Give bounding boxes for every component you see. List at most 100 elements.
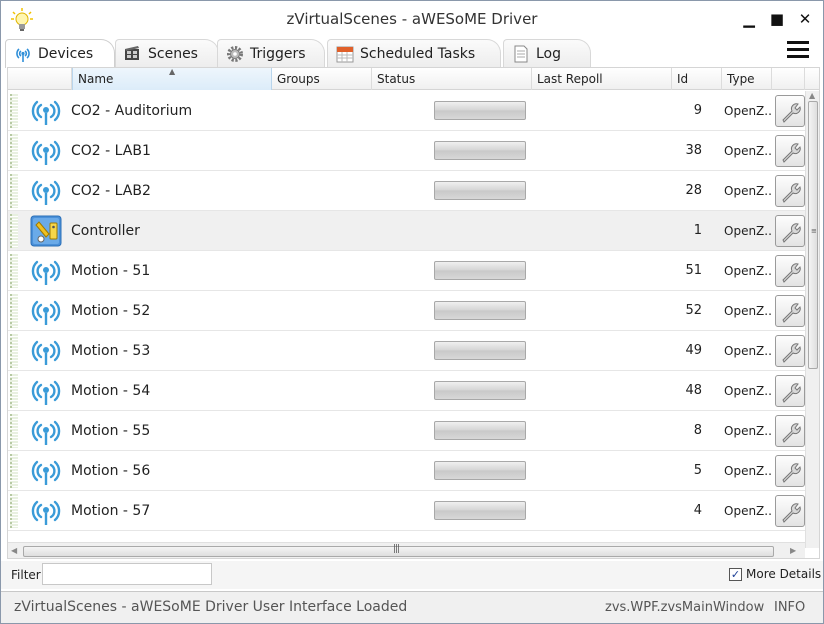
- device-id: 8: [693, 423, 702, 438]
- device-name: Motion - 56: [71, 463, 151, 479]
- device-settings-button[interactable]: [775, 255, 805, 287]
- tab-triggers[interactable]: Triggers: [217, 39, 325, 67]
- table-row[interactable]: Motion - 55 8 OpenZ...: [8, 411, 805, 451]
- device-type: OpenZ...: [724, 384, 772, 398]
- filter-input[interactable]: [42, 563, 212, 585]
- status-bar: zVirtualScenes - aWESoME Driver User Int…: [1, 591, 823, 623]
- device-name: Motion - 53: [71, 343, 151, 359]
- device-settings-button[interactable]: [775, 495, 805, 527]
- device-name: CO2 - LAB2: [71, 183, 151, 199]
- wireless-sensor-icon: [30, 415, 62, 447]
- device-settings-button[interactable]: [775, 135, 805, 167]
- title-bar: zVirtualScenes - aWESoME Driver ▁ ■ ✕: [1, 1, 823, 37]
- status-progress-bar: [434, 301, 526, 320]
- column-header-groups[interactable]: Groups: [272, 68, 372, 90]
- hamburger-menu-icon[interactable]: [787, 41, 809, 59]
- device-settings-button[interactable]: [775, 375, 805, 407]
- device-settings-button[interactable]: [775, 175, 805, 207]
- table-row[interactable]: Motion - 57 4 OpenZ...: [8, 491, 805, 531]
- row-drag-handle[interactable]: [10, 334, 18, 368]
- device-settings-button[interactable]: [775, 455, 805, 487]
- device-settings-button[interactable]: [775, 95, 805, 127]
- gear-icon: [226, 45, 244, 63]
- column-header-id[interactable]: Id: [672, 68, 722, 90]
- device-name: Motion - 54: [71, 383, 151, 399]
- column-header-icon[interactable]: [8, 68, 72, 90]
- wireless-sensor-icon: [30, 95, 62, 127]
- row-drag-handle[interactable]: [10, 454, 18, 488]
- row-drag-handle[interactable]: [10, 414, 18, 448]
- device-name: Motion - 51: [71, 263, 151, 279]
- more-details-checkbox[interactable]: ✓: [729, 568, 742, 581]
- close-button[interactable]: ✕: [795, 9, 815, 29]
- row-drag-handle[interactable]: [10, 94, 18, 128]
- scroll-left-arrow-icon[interactable]: ◀: [11, 546, 17, 555]
- column-header-name[interactable]: ▲ Name: [72, 68, 272, 90]
- table-row[interactable]: Motion - 54 48 OpenZ...: [8, 371, 805, 411]
- tab-scenes[interactable]: Scenes: [115, 39, 219, 67]
- status-progress-bar: [434, 421, 526, 440]
- column-header-actions[interactable]: [772, 68, 805, 90]
- device-type: OpenZ...: [724, 344, 772, 358]
- row-drag-handle[interactable]: [10, 294, 18, 328]
- filter-bar: Filter ✓ More Details: [1, 561, 823, 589]
- table-row[interactable]: Controller 1 OpenZ...: [8, 211, 805, 251]
- table-row[interactable]: Motion - 52 52 OpenZ...: [8, 291, 805, 331]
- device-id: 9: [693, 103, 702, 118]
- device-settings-button[interactable]: [775, 215, 805, 247]
- device-type: OpenZ...: [724, 304, 772, 318]
- horizontal-scroll-thumb[interactable]: |||: [23, 544, 774, 557]
- row-drag-handle[interactable]: [10, 134, 18, 168]
- window-title: zVirtualScenes - aWESoME Driver: [286, 10, 538, 28]
- calendar-icon: [336, 45, 354, 63]
- table-row[interactable]: CO2 - Auditorium 9 OpenZ...: [8, 91, 805, 131]
- device-name: Motion - 57: [71, 503, 151, 519]
- row-drag-handle[interactable]: [10, 254, 18, 288]
- status-progress-bar: [434, 341, 526, 360]
- vertical-scrollbar[interactable]: ▲ ≡: [805, 91, 819, 548]
- column-header-status[interactable]: Status: [372, 68, 532, 90]
- tab-strip: Devices Scenes Triggers Scheduled Tasks …: [1, 37, 823, 68]
- tab-scenes-label: Scenes: [148, 46, 198, 62]
- tab-devices[interactable]: Devices: [5, 39, 115, 68]
- device-settings-button[interactable]: [775, 335, 805, 367]
- scroll-up-arrow-icon[interactable]: ▲: [809, 91, 815, 100]
- device-id: 1: [693, 223, 702, 238]
- table-row[interactable]: CO2 - LAB2 28 OpenZ...: [8, 171, 805, 211]
- filter-label: Filter: [11, 568, 41, 582]
- scroll-right-arrow-icon[interactable]: ▶: [790, 546, 796, 555]
- minimize-button[interactable]: ▁: [739, 9, 759, 29]
- row-drag-handle[interactable]: [10, 214, 18, 248]
- status-message: zVirtualScenes - aWESoME Driver User Int…: [14, 599, 408, 615]
- vertical-scroll-thumb[interactable]: ≡: [808, 101, 818, 369]
- device-settings-button[interactable]: [775, 295, 805, 327]
- status-progress-bar: [434, 101, 526, 120]
- tab-scheduled-tasks[interactable]: Scheduled Tasks: [327, 39, 501, 67]
- row-drag-handle[interactable]: [10, 494, 18, 528]
- device-settings-button[interactable]: [775, 415, 805, 447]
- main-window: zVirtualScenes - aWESoME Driver ▁ ■ ✕ De…: [0, 0, 824, 624]
- document-icon: [512, 45, 530, 63]
- wireless-sensor-icon: [30, 295, 62, 327]
- device-type: OpenZ...: [724, 424, 772, 438]
- status-source: zvs.WPF.zvsMainWindow: [605, 600, 765, 615]
- maximize-button[interactable]: ■: [767, 9, 787, 29]
- device-name: CO2 - LAB1: [71, 143, 151, 159]
- table-row[interactable]: Motion - 51 51 OpenZ...: [8, 251, 805, 291]
- antenna-icon: [14, 45, 32, 63]
- tab-scheduled-tasks-label: Scheduled Tasks: [360, 46, 476, 62]
- wireless-sensor-icon: [30, 495, 62, 527]
- table-row[interactable]: CO2 - LAB1 38 OpenZ...: [8, 131, 805, 171]
- row-drag-handle[interactable]: [10, 174, 18, 208]
- device-id: 49: [685, 343, 702, 358]
- more-details-label[interactable]: More Details: [746, 567, 821, 581]
- device-type: OpenZ...: [724, 184, 772, 198]
- table-row[interactable]: Motion - 53 49 OpenZ...: [8, 331, 805, 371]
- wireless-sensor-icon: [30, 175, 62, 207]
- table-row[interactable]: Motion - 56 5 OpenZ...: [8, 451, 805, 491]
- column-header-last-repoll[interactable]: Last Repoll: [532, 68, 672, 90]
- tab-log[interactable]: Log: [503, 39, 591, 67]
- row-drag-handle[interactable]: [10, 374, 18, 408]
- column-header-type[interactable]: Type: [722, 68, 772, 90]
- horizontal-scrollbar[interactable]: ◀ ||| ▶: [8, 542, 805, 558]
